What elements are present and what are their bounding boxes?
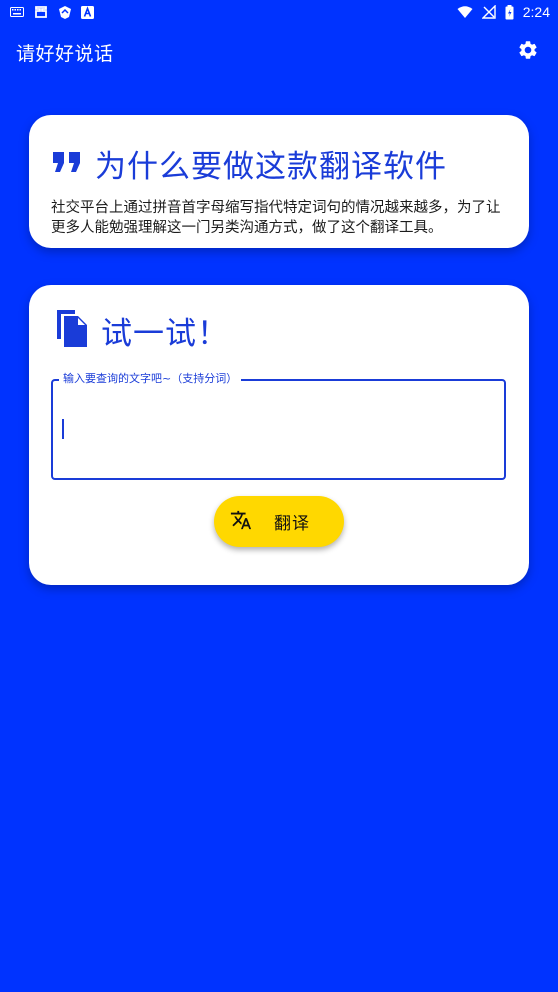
query-input[interactable]	[51, 379, 506, 480]
translate-icon	[230, 509, 252, 535]
gear-icon	[517, 39, 539, 65]
battery-icon	[505, 4, 514, 20]
shield-icon	[58, 5, 72, 20]
no-signal-icon	[481, 5, 496, 19]
query-input-label: 输入要查询的文字吧~（支持分词）	[59, 372, 242, 386]
settings-button[interactable]	[514, 38, 542, 66]
status-left-icons	[10, 4, 94, 20]
translate-button-label: 翻译	[274, 514, 310, 534]
query-field: 输入要查询的文字吧~（支持分词）	[51, 372, 507, 484]
status-bar: 2:24	[0, 0, 558, 24]
translate-button[interactable]: 翻译	[214, 496, 344, 547]
app-title: 请好好说话	[16, 42, 114, 65]
status-time: 2:24	[522, 4, 550, 20]
why-card-heading: 为什么要做这款翻译软件	[51, 141, 507, 186]
try-card-title: 试一试！	[101, 315, 229, 352]
wifi-icon	[457, 5, 473, 19]
why-card-body: 社交平台上通过拼音首字母缩写指代特定词句的情况越来越多，为了让更多人能勉强理解这…	[51, 200, 501, 236]
copy-icon	[51, 307, 89, 353]
app-bar: 请好好说话	[0, 24, 558, 80]
keyboard-icon	[10, 7, 24, 17]
try-card: 试一试！ 输入要查询的文字吧~（支持分词） 翻译	[29, 285, 529, 585]
try-card-heading: 试一试！	[51, 307, 507, 353]
app-notification-icon	[33, 4, 49, 20]
text-caret	[62, 419, 64, 439]
a-icon	[81, 5, 94, 19]
why-card-title: 为什么要做这款翻译软件	[95, 149, 447, 185]
status-right-icons: 2:24	[457, 4, 550, 20]
quote-icon	[51, 150, 83, 178]
why-card: 为什么要做这款翻译软件 社交平台上通过拼音首字母缩写指代特定词句的情况越来越多，…	[29, 115, 529, 248]
